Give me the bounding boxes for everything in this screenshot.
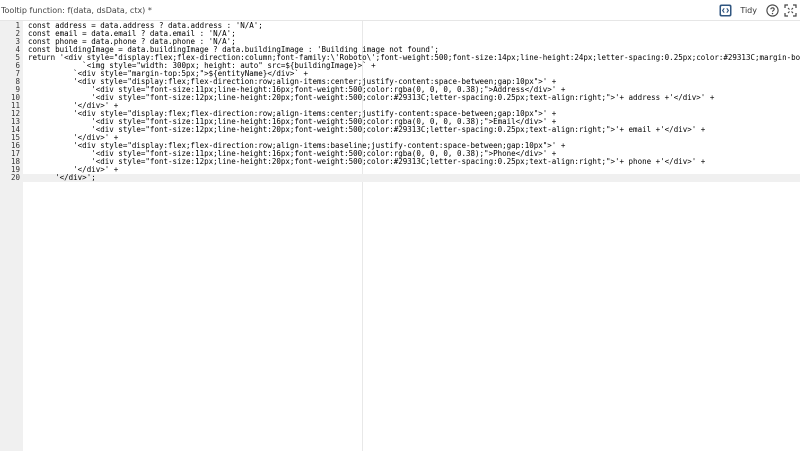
- line-text[interactable]: '<div style="font-size:12px;line-height:…: [20, 94, 714, 102]
- code-line[interactable]: 18 '<div style="font-size:12px;line-heig…: [0, 158, 800, 166]
- code-format-icon: [719, 4, 732, 16]
- code-line[interactable]: 19 '</div>' +: [0, 166, 800, 174]
- toolbar: Tidy: [718, 3, 800, 17]
- code-format-button[interactable]: [718, 3, 732, 17]
- code-editor[interactable]: 1 const address = data.address ? data.add…: [0, 20, 800, 451]
- function-title: Tooltip function: f(data, dsData, ctx) *: [1, 5, 152, 15]
- help-button[interactable]: [765, 3, 779, 17]
- line-text[interactable]: '</div>';: [20, 174, 96, 182]
- line-text[interactable]: '<div style="font-size:12px;line-height:…: [20, 158, 705, 166]
- help-icon: [765, 3, 779, 17]
- code-line-active[interactable]: 20 '</div>';: [0, 174, 800, 182]
- tidy-button[interactable]: Tidy: [736, 3, 761, 17]
- code-line[interactable]: 14 '<div style="font-size:12px;line-heig…: [0, 126, 800, 134]
- fullscreen-button[interactable]: [783, 3, 797, 17]
- line-number: 20: [10, 173, 20, 182]
- code-lines[interactable]: 1 const address = data.address ? data.add…: [0, 22, 800, 182]
- editor-header: Tooltip function: f(data, dsData, ctx) *…: [0, 0, 800, 20]
- code-line[interactable]: 10 '<div style="font-size:12px;line-heig…: [0, 94, 800, 102]
- fullscreen-icon: [783, 3, 797, 17]
- line-text[interactable]: '<div style="font-size:12px;line-height:…: [20, 126, 705, 134]
